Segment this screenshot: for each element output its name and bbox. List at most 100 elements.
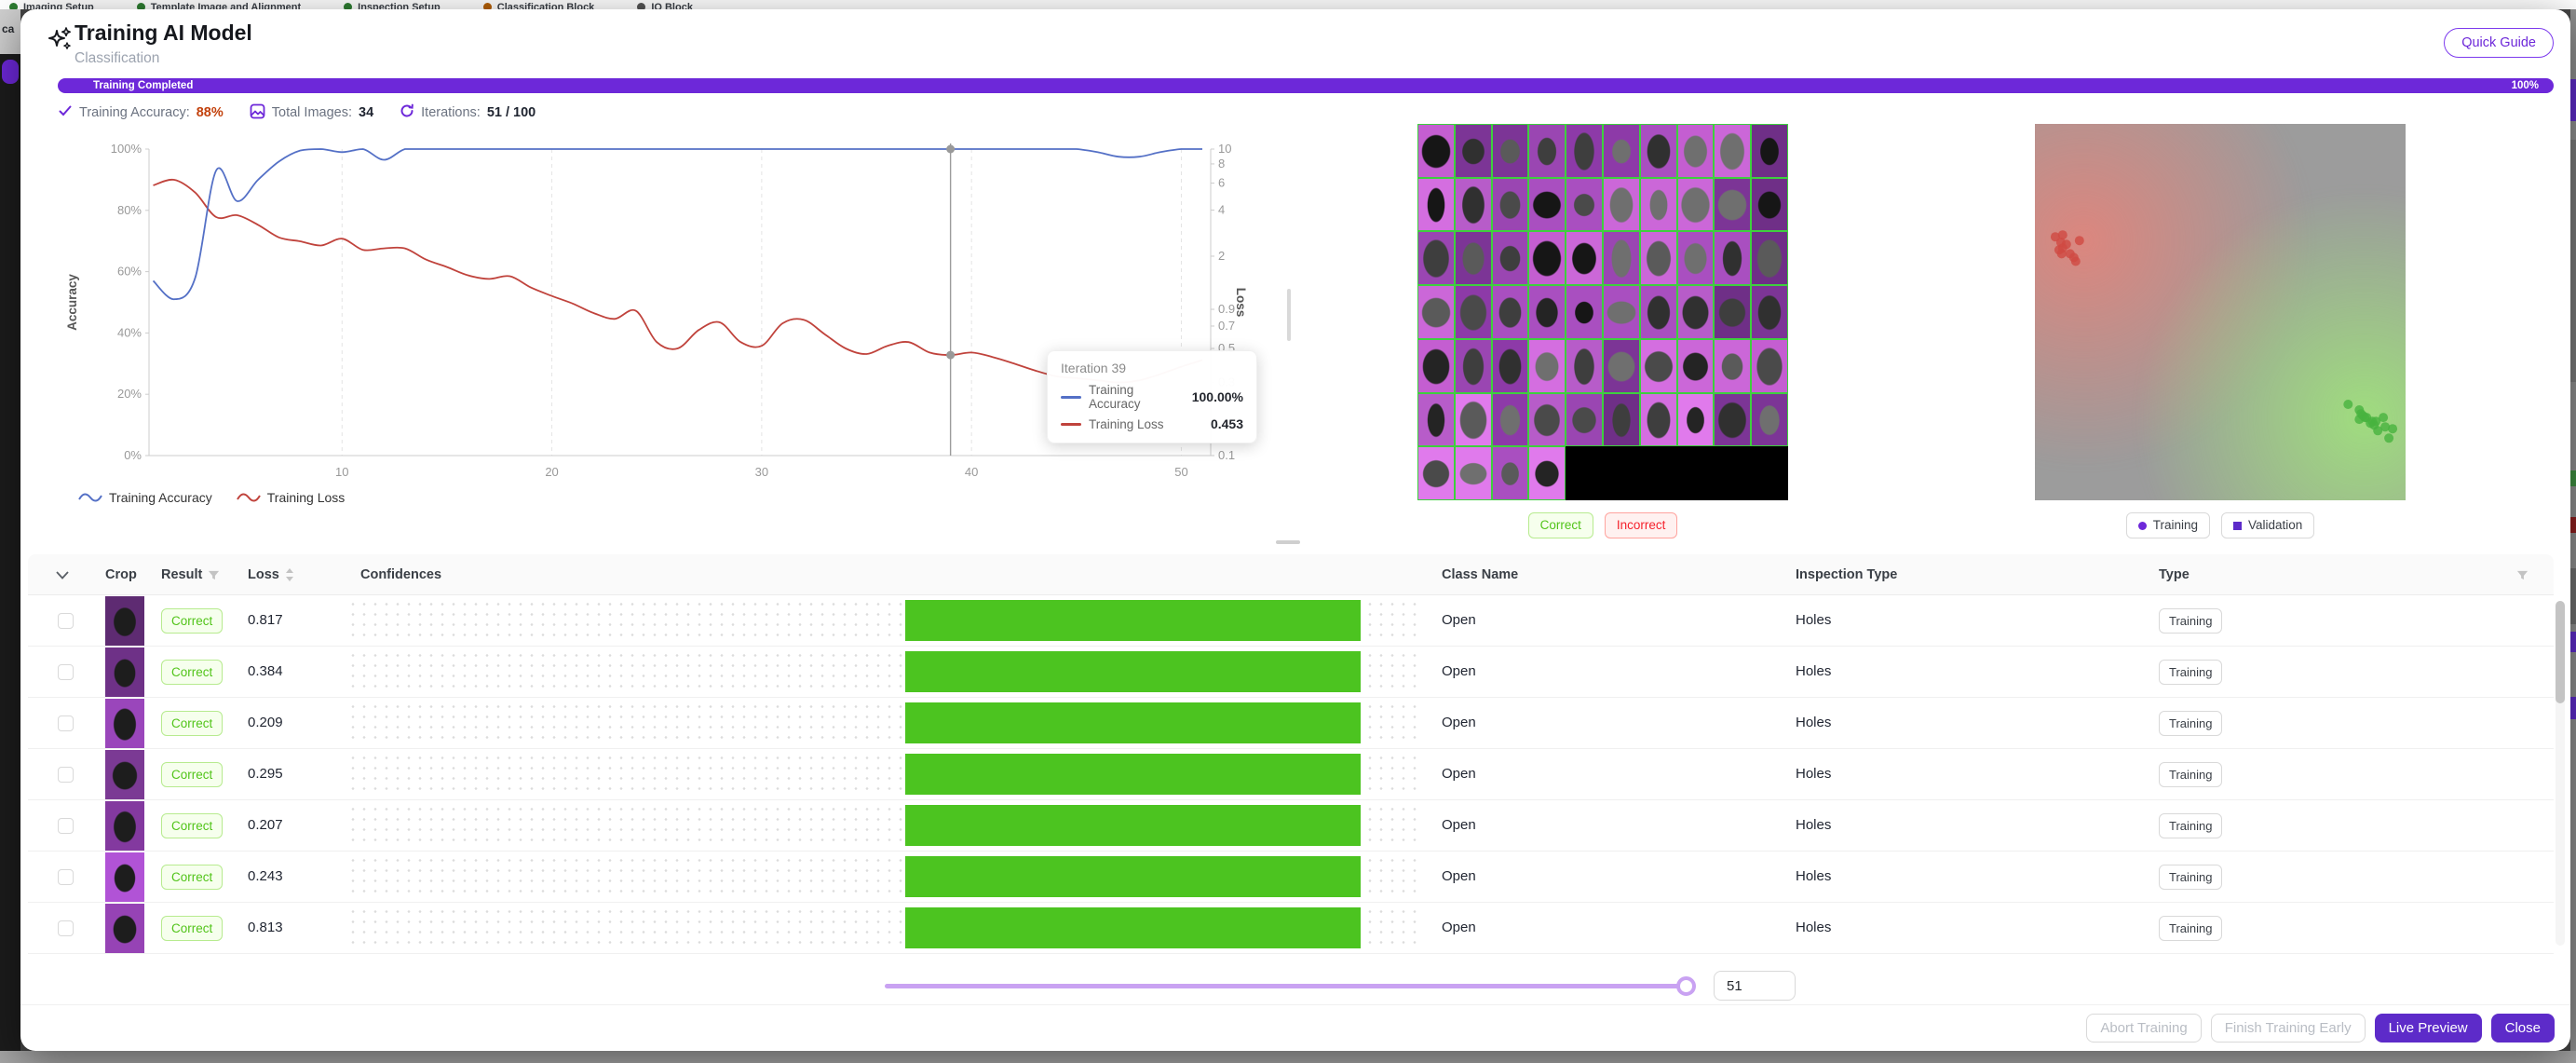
sample-crop-thumbnail[interactable] bbox=[1714, 231, 1751, 285]
sample-crop-thumbnail[interactable] bbox=[1528, 285, 1566, 339]
quick-guide-button[interactable]: Quick Guide bbox=[2444, 28, 2554, 58]
column-header-loss[interactable]: Loss bbox=[248, 554, 294, 595]
sample-crop-thumbnail[interactable] bbox=[1566, 124, 1603, 178]
sample-crop-thumbnail[interactable] bbox=[1603, 231, 1640, 285]
sample-crop-thumbnail[interactable] bbox=[1714, 178, 1751, 232]
sample-crop-thumbnail[interactable] bbox=[1751, 231, 1788, 285]
correct-filter-button[interactable]: Correct bbox=[1528, 512, 1593, 538]
sample-crop-thumbnail[interactable] bbox=[1751, 124, 1788, 178]
crop-thumbnail[interactable] bbox=[105, 904, 144, 953]
sample-crop-thumbnail[interactable] bbox=[1603, 339, 1640, 393]
sample-crop-thumbnail[interactable] bbox=[1417, 231, 1455, 285]
row-checkbox[interactable] bbox=[58, 818, 74, 834]
sample-crop-thumbnail[interactable] bbox=[1492, 178, 1529, 232]
crop-thumbnail[interactable] bbox=[105, 596, 144, 646]
table-row[interactable]: Correct0.243OpenHolesTraining bbox=[28, 852, 2554, 903]
sample-crop-thumbnail[interactable] bbox=[1417, 285, 1455, 339]
sample-crop-thumbnail[interactable] bbox=[1677, 178, 1715, 232]
sample-crop-thumbnail[interactable] bbox=[1566, 393, 1603, 447]
incorrect-filter-button[interactable]: Incorrect bbox=[1605, 512, 1678, 538]
crop-thumbnail[interactable] bbox=[105, 647, 144, 697]
sample-crop-thumbnail[interactable] bbox=[1455, 446, 1492, 500]
sample-crop-thumbnail[interactable] bbox=[1528, 231, 1566, 285]
table-row[interactable]: Correct0.817OpenHolesTraining bbox=[28, 595, 2554, 647]
row-checkbox[interactable] bbox=[58, 664, 74, 680]
row-checkbox[interactable] bbox=[58, 920, 74, 936]
column-header-result[interactable]: Result bbox=[161, 554, 220, 595]
sample-crop-thumbnail[interactable] bbox=[1455, 124, 1492, 178]
sample-crop-thumbnail[interactable] bbox=[1640, 124, 1677, 178]
panel-splitter-handle[interactable] bbox=[1287, 289, 1291, 341]
section-resize-handle[interactable] bbox=[1276, 540, 1300, 544]
sample-crop-thumbnail[interactable] bbox=[1417, 446, 1455, 500]
sample-crop-thumbnail[interactable] bbox=[1603, 393, 1640, 447]
sample-crop-thumbnail[interactable] bbox=[1528, 178, 1566, 232]
sample-crop-thumbnail[interactable] bbox=[1492, 393, 1529, 447]
sample-crop-thumbnail[interactable] bbox=[1528, 124, 1566, 178]
sample-crop-thumbnail[interactable] bbox=[1640, 231, 1677, 285]
sample-crop-thumbnail[interactable] bbox=[1751, 393, 1788, 447]
table-row[interactable]: Correct0.207OpenHolesTraining bbox=[28, 800, 2554, 852]
sample-crop-thumbnail[interactable] bbox=[1417, 178, 1455, 232]
sample-crop-thumbnail[interactable] bbox=[1677, 231, 1715, 285]
row-checkbox[interactable] bbox=[58, 767, 74, 783]
table-scrollbar-thumb[interactable] bbox=[2556, 601, 2565, 703]
sample-crop-thumbnail[interactable] bbox=[1677, 393, 1715, 447]
live-preview-button[interactable]: Live Preview bbox=[2375, 1014, 2482, 1043]
sample-crop-thumbnail[interactable] bbox=[1751, 285, 1788, 339]
filter-icon[interactable] bbox=[2516, 569, 2529, 581]
sample-crop-thumbnail[interactable] bbox=[1566, 231, 1603, 285]
sample-crop-thumbnail[interactable] bbox=[1640, 339, 1677, 393]
sample-crop-thumbnail[interactable] bbox=[1455, 285, 1492, 339]
sample-crop-thumbnail[interactable] bbox=[1677, 285, 1715, 339]
sample-crop-thumbnail[interactable] bbox=[1455, 393, 1492, 447]
sample-crop-thumbnail[interactable] bbox=[1640, 178, 1677, 232]
sample-crop-thumbnail[interactable] bbox=[1455, 178, 1492, 232]
embedding-legend-training[interactable]: Training bbox=[2126, 512, 2210, 538]
sample-crop-thumbnail[interactable] bbox=[1528, 339, 1566, 393]
legend-item-training-accuracy[interactable]: Training Accuracy bbox=[78, 490, 212, 505]
sample-crop-thumbnail[interactable] bbox=[1492, 339, 1529, 393]
column-header-inspection-type[interactable]: Inspection Type bbox=[1796, 554, 1897, 595]
sample-crop-thumbnail[interactable] bbox=[1677, 339, 1715, 393]
embedding-legend-validation[interactable]: Validation bbox=[2221, 512, 2314, 538]
sample-crop-thumbnail[interactable] bbox=[1492, 124, 1529, 178]
sample-crop-thumbnail[interactable] bbox=[1640, 285, 1677, 339]
training-chart[interactable]: 10203040500%20%40%60%80%100%1086420.90.7… bbox=[58, 129, 1296, 501]
sample-crop-thumbnail[interactable] bbox=[1528, 446, 1566, 500]
sample-crop-thumbnail[interactable] bbox=[1603, 178, 1640, 232]
iteration-slider-handle[interactable] bbox=[1676, 976, 1696, 996]
column-header-type[interactable]: Type bbox=[2159, 554, 2190, 595]
crop-thumbnail[interactable] bbox=[105, 801, 144, 851]
table-filter-icon[interactable] bbox=[2516, 554, 2529, 595]
sample-crop-thumbnail[interactable] bbox=[1714, 124, 1751, 178]
table-scrollbar[interactable] bbox=[2556, 601, 2565, 946]
sample-crop-thumbnail[interactable] bbox=[1417, 339, 1455, 393]
iteration-slider-track[interactable] bbox=[885, 984, 1695, 988]
sample-crop-thumbnail[interactable] bbox=[1417, 393, 1455, 447]
row-checkbox[interactable] bbox=[58, 869, 74, 885]
sample-crop-thumbnail[interactable] bbox=[1417, 124, 1455, 178]
sort-icon[interactable] bbox=[285, 567, 294, 582]
sample-crop-thumbnail[interactable] bbox=[1603, 285, 1640, 339]
sample-crop-thumbnail[interactable] bbox=[1455, 339, 1492, 393]
row-checkbox[interactable] bbox=[58, 715, 74, 731]
crop-thumbnail[interactable] bbox=[105, 699, 144, 748]
column-header-crop[interactable]: Crop bbox=[105, 554, 137, 595]
table-row[interactable]: Correct0.813OpenHolesTraining bbox=[28, 903, 2554, 954]
row-checkbox[interactable] bbox=[58, 613, 74, 629]
sample-crop-thumbnail[interactable] bbox=[1566, 339, 1603, 393]
table-row[interactable]: Correct0.384OpenHolesTraining bbox=[28, 647, 2554, 698]
column-header-class-name[interactable]: Class Name bbox=[1442, 554, 1518, 595]
legend-item-training-loss[interactable]: Training Loss bbox=[237, 490, 346, 505]
sample-crop-thumbnail[interactable] bbox=[1566, 178, 1603, 232]
sample-crop-thumbnail[interactable] bbox=[1751, 178, 1788, 232]
sample-crop-thumbnail[interactable] bbox=[1603, 124, 1640, 178]
table-row[interactable]: Correct0.295OpenHolesTraining bbox=[28, 749, 2554, 800]
iteration-value-input[interactable] bbox=[1714, 971, 1796, 1001]
sample-crop-thumbnail[interactable] bbox=[1566, 285, 1603, 339]
expand-all-chevron-icon[interactable] bbox=[56, 554, 69, 595]
crop-thumbnail[interactable] bbox=[105, 852, 144, 902]
sample-crop-thumbnail[interactable] bbox=[1714, 393, 1751, 447]
filter-icon[interactable] bbox=[208, 569, 220, 581]
